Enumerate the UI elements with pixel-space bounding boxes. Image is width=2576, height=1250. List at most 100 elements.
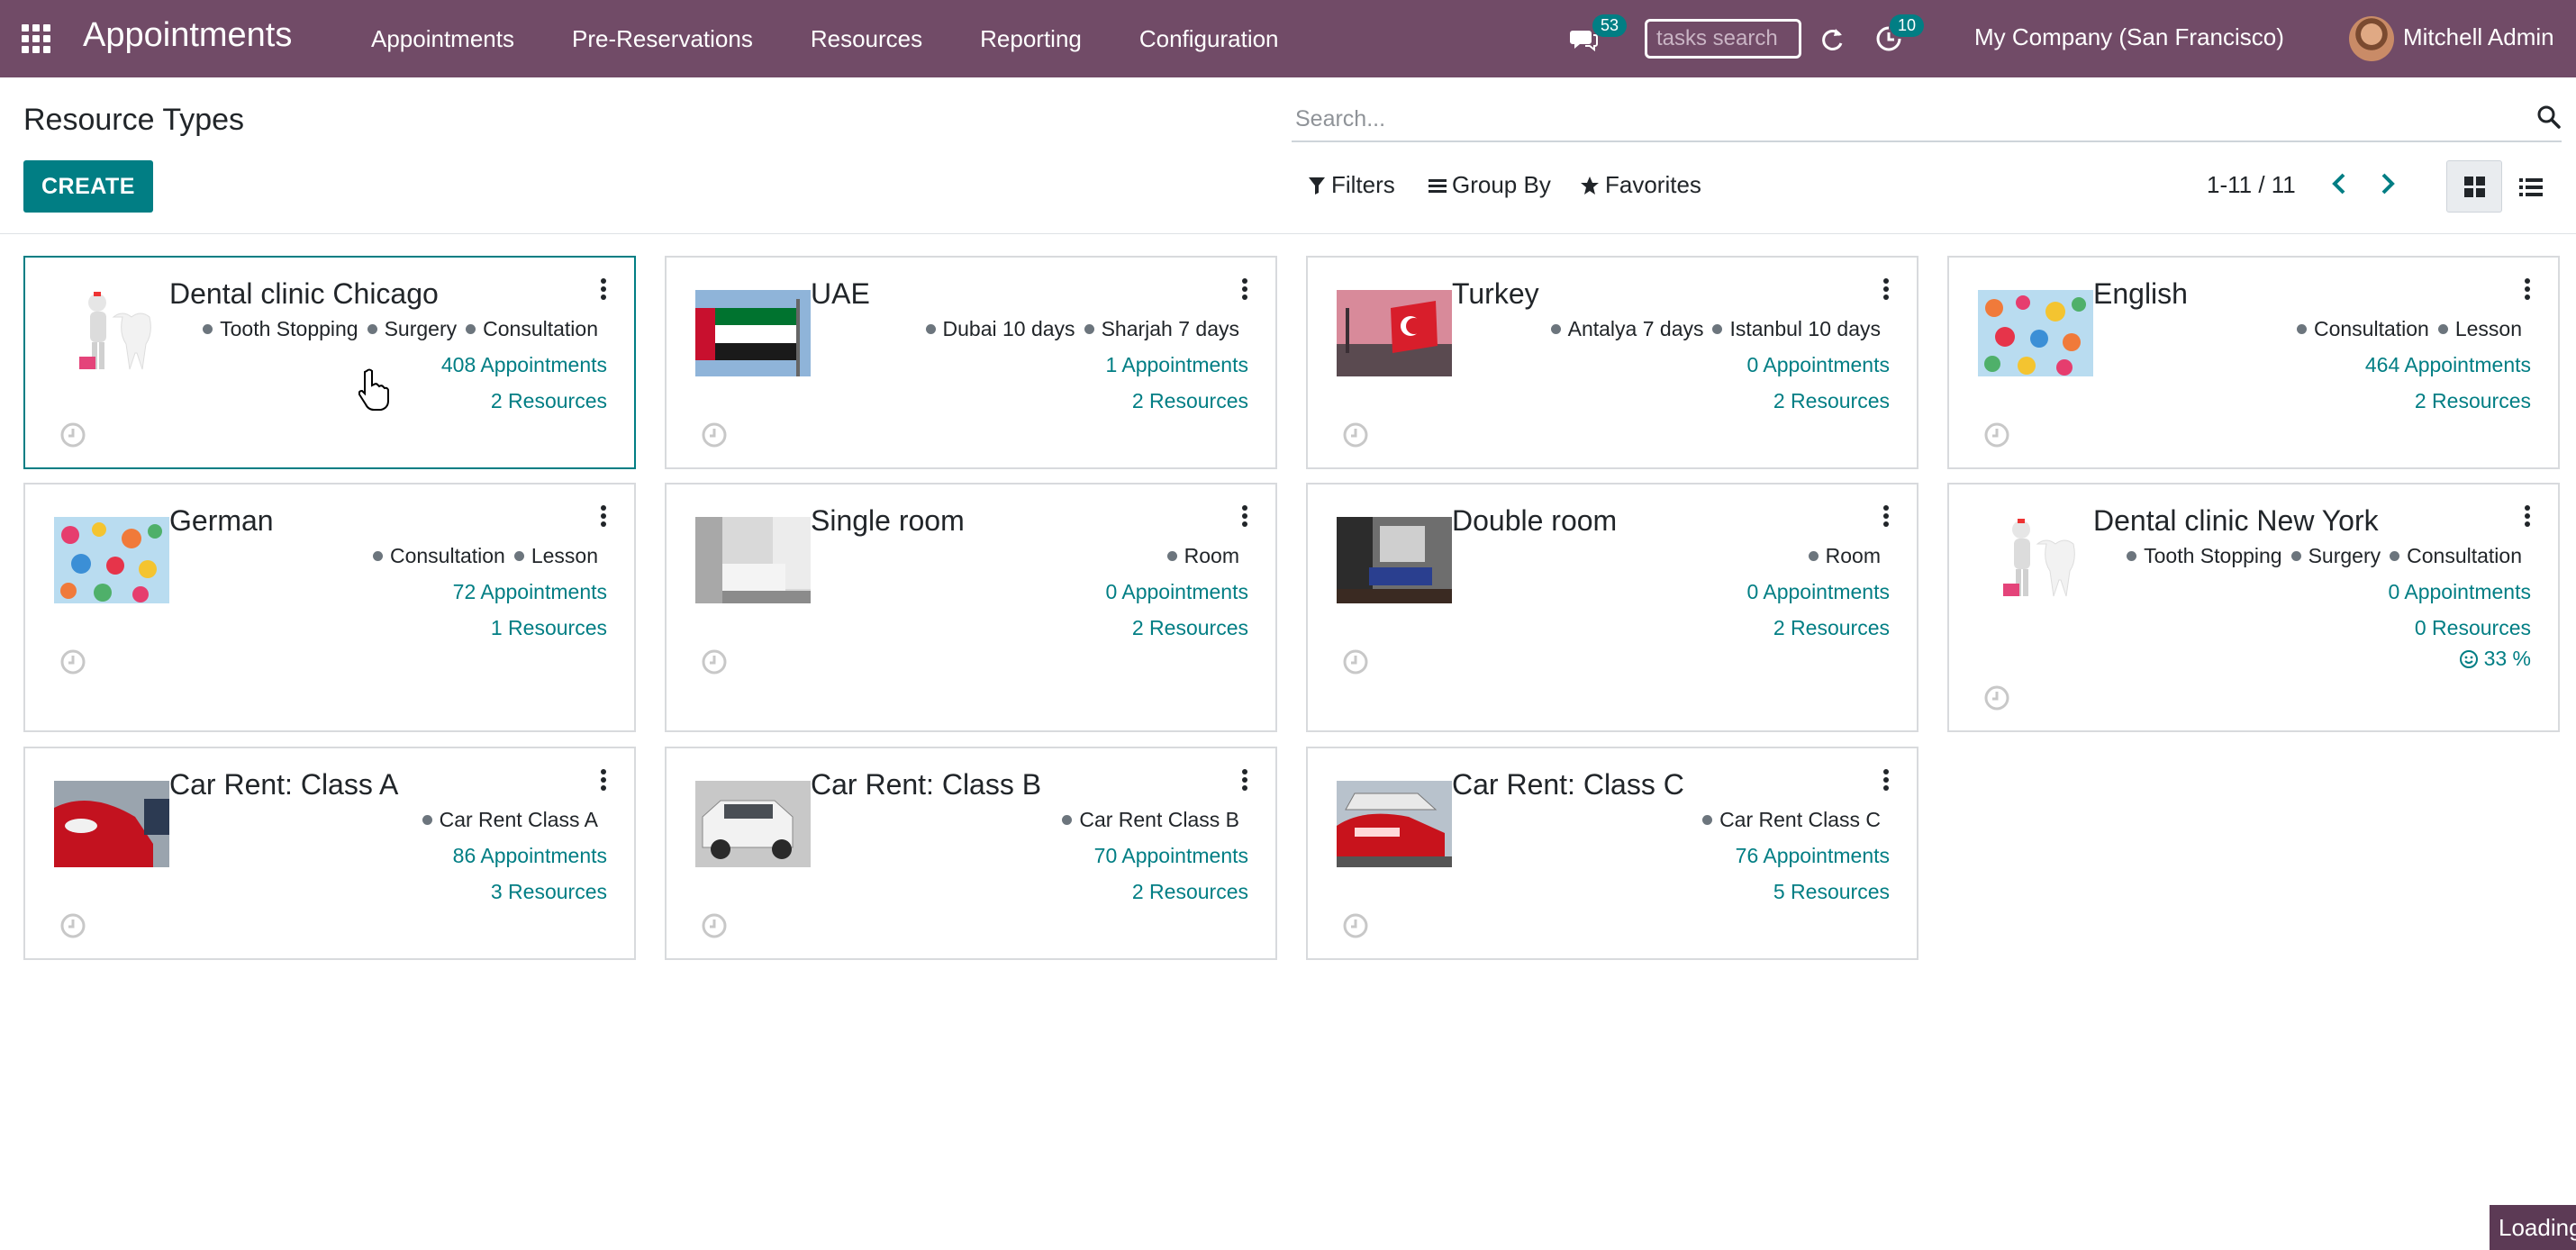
menu-appointments[interactable]: Appointments bbox=[342, 25, 543, 53]
kanban-card[interactable]: Car Rent: Class B Car Rent Class B 70 Ap… bbox=[665, 747, 1277, 960]
smiley-icon bbox=[2459, 649, 2478, 668]
resources-link[interactable]: 2 Resources bbox=[2415, 389, 2531, 413]
favorites-button[interactable]: Favorites bbox=[1580, 171, 1701, 199]
kanban-card[interactable]: Single room Room 0 Appointments 2 Resour… bbox=[665, 483, 1277, 732]
tasks-search-input[interactable] bbox=[1645, 19, 1801, 59]
card-menu-icon[interactable] bbox=[1241, 504, 1248, 528]
uae-flag-image bbox=[695, 290, 811, 376]
appointments-link[interactable]: 464 Appointments bbox=[2365, 353, 2531, 377]
activity-clock-icon[interactable] bbox=[1342, 421, 1369, 448]
card-image bbox=[695, 517, 811, 603]
activity-clock-icon[interactable] bbox=[59, 421, 86, 448]
resources-link[interactable]: 2 Resources bbox=[1132, 880, 1248, 904]
apps-grid-icon[interactable] bbox=[22, 24, 52, 53]
dentist-tooth-figure-image bbox=[1978, 517, 2093, 603]
resources-link[interactable]: 5 Resources bbox=[1773, 880, 1890, 904]
menu-resources[interactable]: Resources bbox=[782, 25, 951, 53]
card-image bbox=[1337, 781, 1452, 867]
card-title: German bbox=[169, 504, 274, 537]
activity-clock-icon[interactable] bbox=[701, 648, 728, 675]
list-view-button[interactable] bbox=[2502, 160, 2558, 213]
card-menu-icon[interactable] bbox=[1241, 277, 1248, 301]
pager-next-icon[interactable] bbox=[2374, 166, 2401, 202]
kanban-card[interactable]: German Consultation Lesson 72 Appointmen… bbox=[23, 483, 636, 732]
card-menu-icon[interactable] bbox=[600, 504, 607, 528]
appointments-link[interactable]: 408 Appointments bbox=[441, 353, 607, 377]
appointments-link[interactable]: 0 Appointments bbox=[1746, 353, 1890, 377]
appointments-link[interactable]: 86 Appointments bbox=[453, 844, 607, 868]
menu-pre-reservations[interactable]: Pre-Reservations bbox=[543, 25, 782, 53]
appointments-link[interactable]: 0 Appointments bbox=[2388, 580, 2531, 604]
kanban-card[interactable]: English Consultation Lesson 464 Appointm… bbox=[1947, 256, 2560, 469]
resources-link[interactable]: 1 Resources bbox=[491, 616, 607, 640]
card-menu-icon[interactable] bbox=[600, 768, 607, 792]
card-menu-icon[interactable] bbox=[1882, 504, 1890, 528]
kanban-card[interactable]: Dental clinic Chicago Tooth Stopping Sur… bbox=[23, 256, 636, 469]
resources-link[interactable]: 2 Resources bbox=[491, 389, 607, 413]
kanban-card[interactable]: Turkey Antalya 7 days Istanbul 10 days 0… bbox=[1306, 256, 1918, 469]
user-avatar[interactable] bbox=[2349, 16, 2394, 61]
tag: Tooth Stopping bbox=[203, 317, 358, 341]
appointments-link[interactable]: 70 Appointments bbox=[1094, 844, 1248, 868]
resources-link[interactable]: 2 Resources bbox=[1132, 389, 1248, 413]
card-menu-icon[interactable] bbox=[2524, 504, 2531, 528]
card-title: Double room bbox=[1452, 504, 1618, 537]
kanban-card[interactable]: UAE Dubai 10 days Sharjah 7 days 1 Appoi… bbox=[665, 256, 1277, 469]
appointments-link[interactable]: 72 Appointments bbox=[453, 580, 607, 604]
tag: Consultation bbox=[372, 544, 505, 568]
activity-clock-icon[interactable] bbox=[1342, 912, 1369, 939]
activities-badge: 10 bbox=[1890, 14, 1925, 37]
resources-link[interactable]: 0 Resources bbox=[2415, 616, 2531, 640]
group-by-label: Group By bbox=[1452, 171, 1551, 198]
kanban-card[interactable]: Double room Room 0 Appointments 2 Resour… bbox=[1306, 483, 1918, 732]
resources-link[interactable]: 2 Resources bbox=[1773, 616, 1890, 640]
rating[interactable]: 33 % bbox=[2459, 647, 2531, 671]
menu-configuration[interactable]: Configuration bbox=[1111, 25, 1308, 53]
activity-clock-icon[interactable] bbox=[1983, 684, 2010, 711]
rating-value: 33 % bbox=[2483, 647, 2531, 670]
single-room-image bbox=[695, 517, 811, 603]
activity-clock-icon[interactable] bbox=[701, 421, 728, 448]
create-button[interactable]: CREATE bbox=[23, 160, 153, 213]
appointments-link[interactable]: 76 Appointments bbox=[1736, 844, 1890, 868]
menu-reporting[interactable]: Reporting bbox=[951, 25, 1111, 53]
search-input[interactable] bbox=[1295, 103, 2484, 135]
app-brand[interactable]: Appointments bbox=[83, 16, 292, 55]
appointments-link[interactable]: 0 Appointments bbox=[1746, 580, 1890, 604]
card-image bbox=[1978, 517, 2093, 603]
card-menu-icon[interactable] bbox=[600, 277, 607, 301]
kanban-card[interactable]: Car Rent: Class A Car Rent Class A 86 Ap… bbox=[23, 747, 636, 960]
appointments-link[interactable]: 0 Appointments bbox=[1105, 580, 1248, 604]
resources-link[interactable]: 2 Resources bbox=[1773, 389, 1890, 413]
kanban-card[interactable]: Dental clinic New York Tooth Stopping Su… bbox=[1947, 483, 2560, 732]
appointments-link[interactable]: 1 Appointments bbox=[1105, 353, 1248, 377]
activity-clock-icon[interactable] bbox=[1983, 421, 2010, 448]
tag: Car Rent Class C bbox=[1702, 808, 1881, 832]
card-menu-icon[interactable] bbox=[1882, 768, 1890, 792]
card-image bbox=[1978, 290, 2093, 376]
pager-value[interactable]: 1-11 / 11 bbox=[2207, 171, 2296, 199]
card-tags: Car Rent Class A bbox=[422, 808, 598, 832]
card-title: Dental clinic New York bbox=[2093, 504, 2379, 537]
kanban-view-button[interactable] bbox=[2446, 160, 2502, 213]
user-menu[interactable]: Mitchell Admin bbox=[2403, 23, 2554, 51]
card-menu-icon[interactable] bbox=[1241, 768, 1248, 792]
activity-clock-icon[interactable] bbox=[701, 912, 728, 939]
refresh-icon[interactable] bbox=[1818, 25, 1846, 54]
messages-badge: 53 bbox=[1592, 14, 1628, 37]
company-switcher[interactable]: My Company (San Francisco) bbox=[1974, 23, 2284, 51]
card-menu-icon[interactable] bbox=[1882, 277, 1890, 301]
group-by-button[interactable]: Group By bbox=[1429, 171, 1551, 199]
kanban-card[interactable]: Car Rent: Class C Car Rent Class C 76 Ap… bbox=[1306, 747, 1918, 960]
search-icon[interactable] bbox=[2536, 104, 2562, 130]
resources-link[interactable]: 3 Resources bbox=[491, 880, 607, 904]
star-icon bbox=[1581, 176, 1599, 195]
card-menu-icon[interactable] bbox=[2524, 277, 2531, 301]
activity-clock-icon[interactable] bbox=[59, 912, 86, 939]
tag: Lesson bbox=[2437, 317, 2522, 341]
filters-button[interactable]: Filters bbox=[1308, 171, 1395, 199]
pager-previous-icon[interactable] bbox=[2326, 166, 2353, 202]
activity-clock-icon[interactable] bbox=[1342, 648, 1369, 675]
activity-clock-icon[interactable] bbox=[59, 648, 86, 675]
resources-link[interactable]: 2 Resources bbox=[1132, 616, 1248, 640]
